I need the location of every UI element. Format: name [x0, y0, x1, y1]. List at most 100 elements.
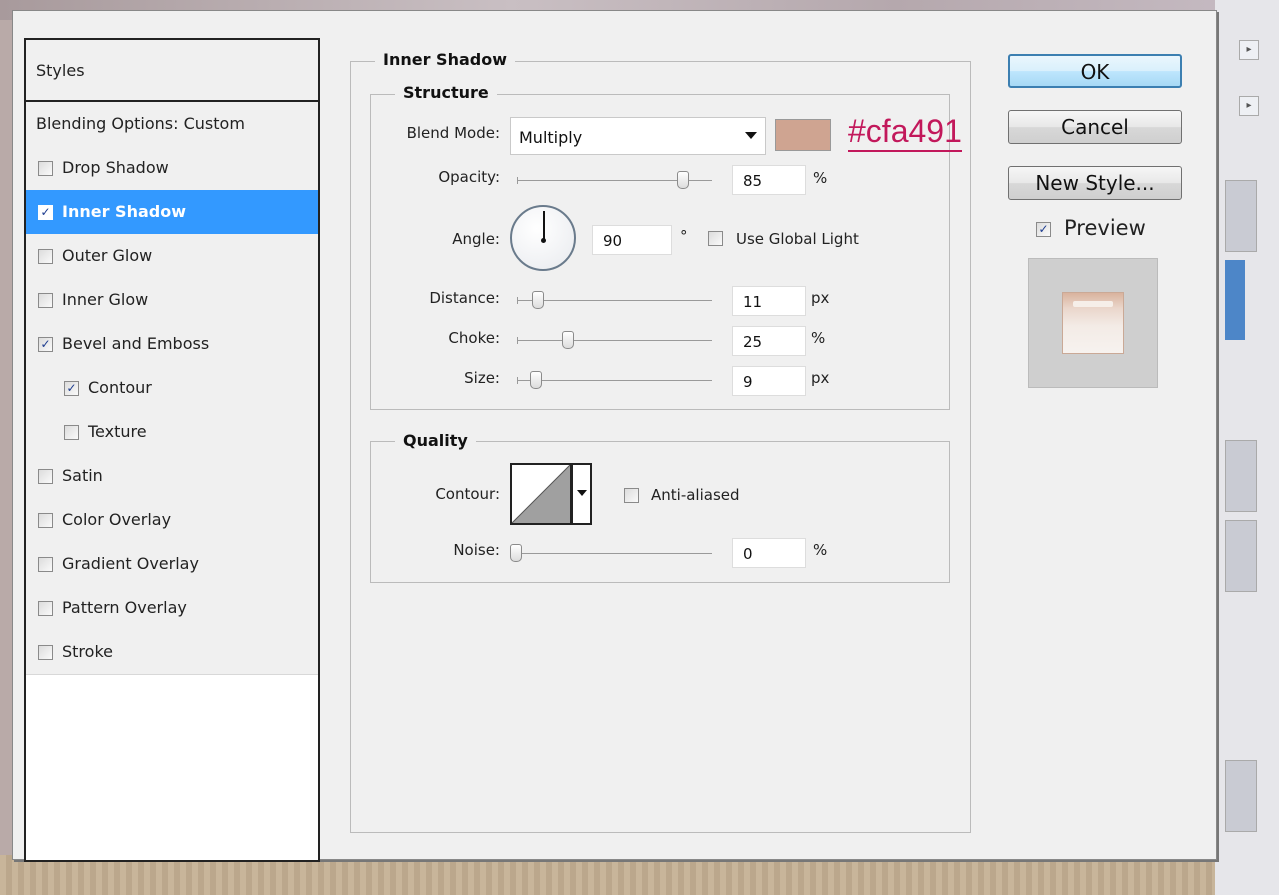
style-item-color-overlay[interactable]: Color Overlay [26, 498, 318, 543]
opacity-slider-thumb[interactable] [677, 171, 689, 189]
style-item-label: Gradient Overlay [62, 554, 199, 573]
noise-slider-thumb[interactable] [510, 544, 522, 562]
style-item-label: Inner Shadow [62, 202, 186, 221]
style-preview-thumbnail [1028, 258, 1158, 388]
style-preview-swatch [1062, 292, 1124, 354]
size-input[interactable]: 9 [732, 366, 806, 396]
background-panel-right: ▸ ▸ [1215, 0, 1279, 895]
quality-group [370, 441, 950, 583]
style-item-checkbox[interactable] [38, 601, 53, 616]
style-item-checkbox[interactable] [38, 161, 53, 176]
style-item-drop-shadow[interactable]: Drop Shadow [26, 146, 318, 191]
panel-scroll-strip [1225, 440, 1257, 512]
style-item-checkbox[interactable] [38, 293, 53, 308]
style-item-inner-shadow[interactable]: ✓ Inner Shadow [26, 190, 318, 235]
size-slider-track[interactable] [517, 377, 712, 384]
panel-scroll-strip [1225, 180, 1257, 252]
distance-label: Distance: [429, 289, 500, 307]
color-hex-annotation: #cfa491 [848, 112, 962, 152]
choke-label: Choke: [448, 329, 500, 347]
style-item-label: Drop Shadow [62, 158, 169, 177]
style-item-contour[interactable]: ✓ Contour [26, 366, 318, 411]
contour-curve-preview[interactable] [510, 463, 572, 525]
styles-header[interactable]: Styles [26, 40, 318, 102]
style-item-bevel-and-emboss[interactable]: ✓ Bevel and Emboss [26, 322, 318, 367]
angle-dial-hand [543, 211, 545, 241]
size-slider-thumb[interactable] [530, 371, 542, 389]
style-item-checkbox[interactable]: ✓ [38, 337, 53, 352]
style-item-label: Contour [88, 378, 152, 397]
cancel-button[interactable]: Cancel [1008, 110, 1182, 144]
style-item-label: Color Overlay [62, 510, 172, 529]
style-preview-highlight [1073, 301, 1113, 307]
angle-unit: ° [680, 227, 688, 245]
blend-mode-select[interactable]: Multiply [510, 117, 766, 155]
style-item-gradient-overlay[interactable]: Gradient Overlay [26, 542, 318, 587]
style-item-checkbox[interactable] [38, 513, 53, 528]
style-item-outer-glow[interactable]: Outer Glow [26, 234, 318, 279]
chevron-down-icon [577, 490, 587, 496]
panel-arrow-icon[interactable]: ▸ [1239, 96, 1259, 116]
angle-dial[interactable] [510, 205, 576, 271]
style-item-stroke[interactable]: Stroke [26, 630, 318, 675]
use-global-light-checkbox[interactable] [708, 231, 723, 246]
angle-label: Angle: [452, 230, 500, 248]
style-item-label: Inner Glow [62, 290, 149, 309]
style-item-checkbox[interactable]: ✓ [64, 381, 79, 396]
distance-slider-track[interactable] [517, 297, 712, 304]
blend-mode-label: Blend Mode: [406, 124, 500, 142]
distance-unit: px [811, 289, 830, 307]
style-item-texture[interactable]: Texture [26, 410, 318, 455]
size-label: Size: [464, 369, 500, 387]
preview-label: Preview [1064, 216, 1146, 240]
anti-aliased-label: Anti-aliased [651, 486, 740, 504]
panel-scroll-strip [1225, 520, 1257, 592]
panel-scroll-strip [1225, 760, 1257, 832]
style-item-label: Stroke [62, 642, 113, 661]
style-item-checkbox[interactable] [38, 249, 53, 264]
blend-mode-value: Multiply [519, 128, 583, 147]
style-item-checkbox[interactable] [38, 645, 53, 660]
size-unit: px [811, 369, 830, 387]
style-item-label: Satin [62, 466, 103, 485]
style-item-checkbox[interactable] [38, 469, 53, 484]
panel-selection-bar [1225, 260, 1245, 340]
style-item-label: Outer Glow [62, 246, 153, 265]
opacity-input[interactable]: 85 [732, 165, 806, 195]
style-item-checkbox[interactable]: ✓ [38, 205, 53, 220]
choke-input[interactable]: 25 [732, 326, 806, 356]
blending-options-item[interactable]: Blending Options: Custom [26, 102, 318, 147]
noise-label: Noise: [453, 541, 500, 559]
noise-slider-track[interactable] [512, 550, 712, 557]
panel-arrow-icon[interactable]: ▸ [1239, 40, 1259, 60]
blending-options-label: Blending Options: Custom [36, 114, 245, 133]
style-item-checkbox[interactable] [38, 557, 53, 572]
new-style-button[interactable]: New Style... [1008, 166, 1182, 200]
quality-title: Quality [395, 431, 476, 450]
inner-shadow-title: Inner Shadow [375, 50, 515, 69]
angle-input[interactable]: 90 [592, 225, 672, 255]
style-item-pattern-overlay[interactable]: Pattern Overlay [26, 586, 318, 631]
anti-aliased-checkbox[interactable] [624, 488, 639, 503]
styles-list-panel: Styles Blending Options: Custom Drop Sha… [24, 38, 320, 862]
preview-checkbox[interactable]: ✓ [1036, 222, 1051, 237]
use-global-light-label: Use Global Light [736, 230, 859, 248]
contour-curve-icon [512, 465, 570, 523]
style-item-inner-glow[interactable]: Inner Glow [26, 278, 318, 323]
distance-input[interactable]: 11 [732, 286, 806, 316]
choke-slider-track[interactable] [517, 337, 712, 344]
contour-label: Contour: [435, 485, 500, 503]
shadow-color-swatch[interactable] [775, 119, 831, 151]
distance-slider-thumb[interactable] [532, 291, 544, 309]
opacity-unit: % [813, 169, 828, 187]
styles-header-label: Styles [36, 61, 85, 80]
opacity-label: Opacity: [438, 168, 500, 186]
style-item-checkbox[interactable] [64, 425, 79, 440]
contour-dropdown-button[interactable] [572, 463, 592, 525]
ok-button[interactable]: OK [1008, 54, 1182, 88]
noise-input[interactable]: 0 [732, 538, 806, 568]
style-item-satin[interactable]: Satin [26, 454, 318, 499]
style-item-label: Bevel and Emboss [62, 334, 210, 353]
choke-slider-thumb[interactable] [562, 331, 574, 349]
noise-unit: % [813, 541, 828, 559]
